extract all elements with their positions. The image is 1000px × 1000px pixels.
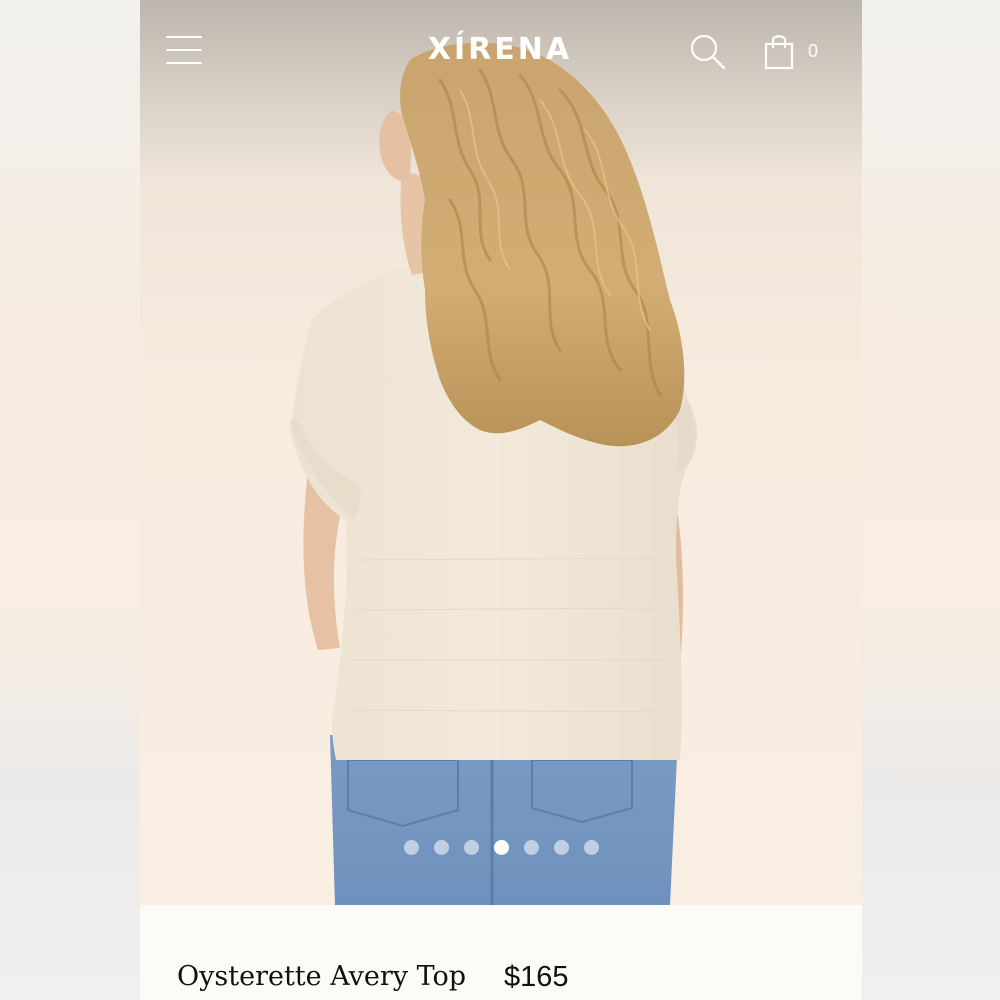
site-header: XÍRENA 0 [140, 0, 862, 100]
product-image-carousel[interactable]: XÍRENA 0 [140, 0, 862, 905]
product-photo [290, 42, 697, 905]
search-icon[interactable] [688, 32, 728, 72]
product-title: Oysterette Avery Top [177, 961, 467, 992]
background-left-margin [0, 0, 140, 1000]
carousel-dot[interactable] [523, 840, 539, 855]
cart-button[interactable]: 0 [764, 32, 828, 72]
carousel-pagination [140, 840, 862, 858]
background-right-margin [860, 0, 1000, 1000]
shopping-bag-icon [764, 35, 794, 70]
carousel-dot[interactable] [433, 840, 449, 855]
product-page: XÍRENA 0 Oysterette Avery Top $165 [140, 0, 862, 1000]
cart-count-badge: 0 [808, 41, 819, 61]
brand-logo[interactable]: XÍRENA [400, 30, 600, 70]
carousel-dot[interactable] [583, 840, 599, 855]
product-price: $165 [504, 961, 569, 993]
hamburger-menu-icon[interactable] [166, 34, 204, 66]
carousel-dot[interactable] [493, 840, 509, 855]
carousel-dot[interactable] [403, 840, 419, 855]
product-info: Oysterette Avery Top $165 [140, 905, 862, 1000]
carousel-dot[interactable] [463, 840, 479, 855]
carousel-dot[interactable] [553, 840, 569, 855]
